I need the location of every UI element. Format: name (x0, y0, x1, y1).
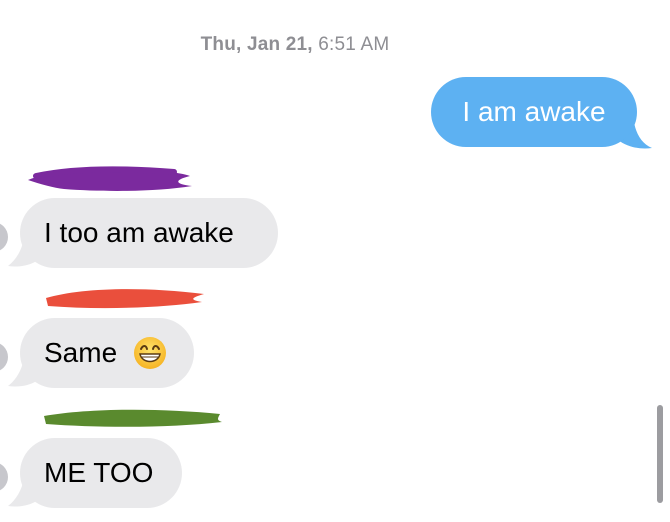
sent-message-bubble[interactable]: I am awake (431, 77, 637, 147)
received-message-text: Same (44, 337, 118, 368)
received-message-bubble[interactable]: Same (20, 318, 194, 388)
sent-message-text: I am awake (462, 96, 606, 127)
message-timestamp: Thu, Jan 21, 6:51 AM (0, 34, 590, 56)
sender-avatar[interactable] (0, 342, 8, 372)
timestamp-time: 6:51 AM (318, 34, 390, 55)
received-message-text: I too am awake (44, 217, 234, 248)
message-thread[interactable]: Thu, Jan 21, 6:51 AM I am awake I too am… (0, 0, 670, 522)
redacted-sender-name (28, 166, 192, 191)
redacted-sender-name (46, 289, 204, 309)
sender-avatar[interactable] (0, 462, 8, 492)
received-message-text: ME TOO (44, 457, 154, 488)
scrollbar[interactable] (657, 405, 663, 503)
redacted-sender-name (44, 409, 222, 427)
grinning-face-with-smiling-eyes-icon (133, 336, 166, 369)
received-message-bubble[interactable]: ME TOO (20, 438, 182, 508)
received-message-bubble[interactable]: I too am awake (20, 198, 278, 268)
timestamp-day: Thu, Jan 21, (200, 34, 313, 55)
sender-avatar[interactable] (0, 222, 8, 252)
